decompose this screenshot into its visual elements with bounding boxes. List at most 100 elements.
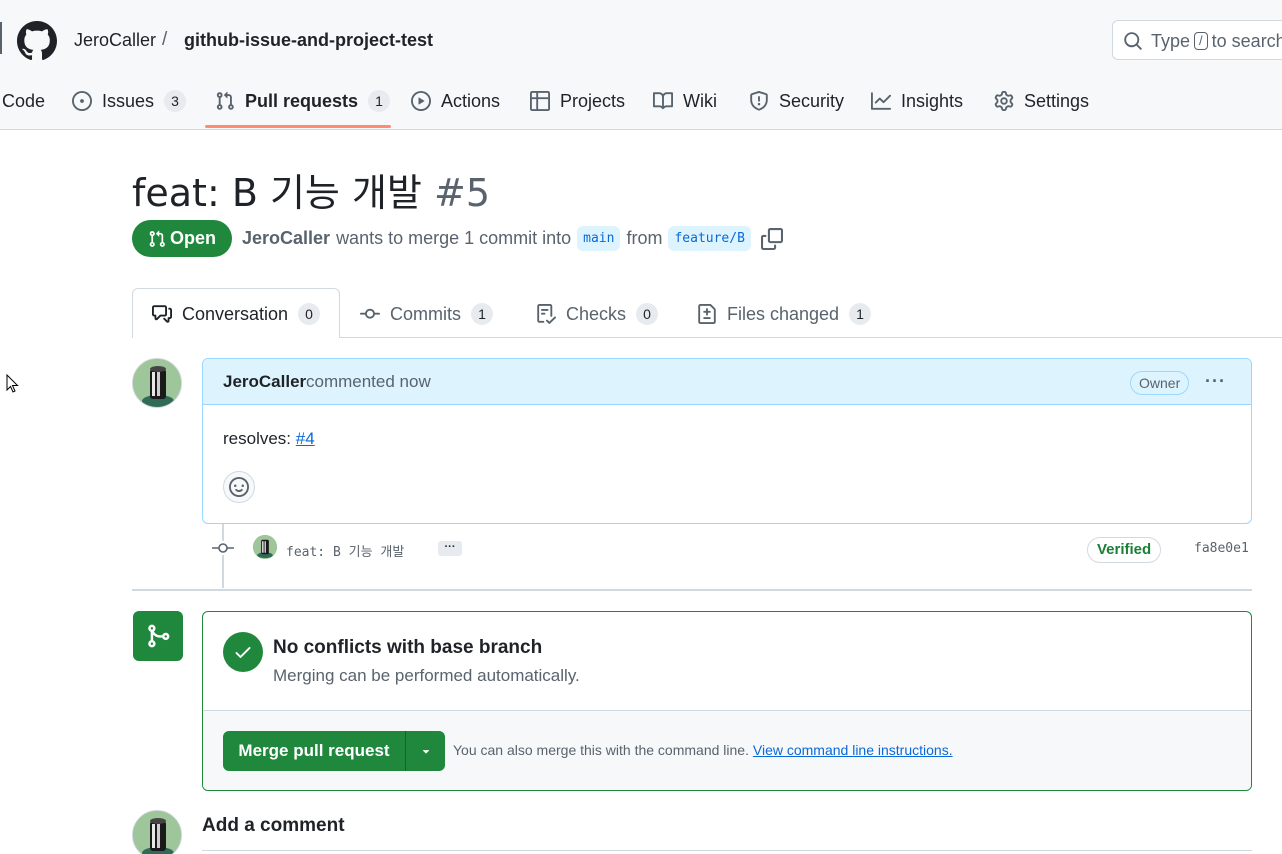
issue-icon: [72, 91, 92, 111]
nav-wiki[interactable]: Wiki: [653, 84, 717, 118]
checklist-icon: [537, 304, 556, 324]
avatar[interactable]: [132, 810, 182, 854]
nav-projects[interactable]: Projects: [530, 84, 625, 118]
timeline-divider: [132, 589, 1252, 591]
comment-card: JeroCaller commented now Owner ··· resol…: [202, 358, 1252, 524]
base-branch[interactable]: main: [577, 226, 621, 251]
commit-icon: [360, 308, 380, 319]
search-placeholder-end: to search: [1211, 31, 1282, 51]
nav-security[interactable]: Security: [749, 84, 844, 118]
commit-icon: [212, 541, 234, 555]
comment-editor-edge[interactable]: [202, 850, 1252, 854]
status-label: Open: [170, 228, 217, 248]
tab-conversation-counter: 0: [298, 303, 321, 325]
nav-actions-label: Actions: [441, 90, 501, 111]
nav-insights[interactable]: Insights: [871, 84, 963, 118]
issue-link[interactable]: #4: [296, 429, 315, 448]
merge-button-label: Merge pull request: [238, 741, 390, 760]
nav-code[interactable]: Code: [2, 84, 45, 118]
tab-files-changed[interactable]: Files changed 1: [697, 300, 872, 328]
nav-security-label: Security: [779, 90, 845, 111]
avatar-image-icon: [133, 359, 181, 407]
verified-badge[interactable]: Verified: [1087, 537, 1162, 563]
commit-author-avatar[interactable]: [253, 535, 277, 559]
kebab-menu-icon[interactable]: ···: [1205, 371, 1226, 392]
pr-meta: JeroCaller wants to merge 1 commit into …: [242, 226, 783, 251]
tab-checks-counter: 0: [636, 303, 659, 325]
nav-settings-label: Settings: [1024, 90, 1090, 111]
tab-files-changed-label: Files changed: [727, 303, 840, 324]
search-placeholder: Type / to search: [1151, 31, 1282, 52]
copy-icon[interactable]: [760, 227, 783, 250]
pr-author-link[interactable]: JeroCaller: [242, 228, 330, 249]
gear-icon: [994, 91, 1014, 111]
search-placeholder-start: Type: [1151, 31, 1191, 51]
avatar[interactable]: [132, 358, 182, 408]
status-badge: Open: [132, 220, 232, 257]
merge-hint-text: You can also merge this with the command…: [453, 742, 749, 758]
merge-box: No conflicts with base branch Merging ca…: [202, 611, 1252, 791]
comment-author-link[interactable]: JeroCaller: [223, 372, 306, 392]
check-icon: [235, 647, 251, 658]
mouse-cursor-icon: [6, 374, 19, 393]
command-line-instructions-link[interactable]: View command line instructions.: [753, 742, 953, 758]
commit-message-link[interactable]: feat: B 기능 개발: [286, 541, 404, 560]
triangle-down-icon: [422, 750, 429, 754]
breadcrumb-separator: /: [162, 29, 168, 50]
timeline-line: [222, 524, 224, 588]
merge-pull-request-button[interactable]: Merge pull request: [223, 731, 405, 771]
nav-pull-requests-label: Pull requests: [245, 90, 359, 111]
github-logo-icon[interactable]: [17, 21, 57, 61]
from-text: from: [626, 228, 663, 248]
head-branch[interactable]: feature/B: [668, 226, 751, 251]
merge-status-title: No conflicts with base branch: [273, 637, 543, 658]
issues-counter: 3: [164, 90, 187, 112]
pr-number: #5: [434, 171, 491, 215]
merge-footer: Merge pull request You can also merge th…: [203, 710, 1251, 790]
add-reaction-button[interactable]: [223, 471, 255, 503]
pull-requests-counter: 1: [368, 90, 391, 112]
merge-status-icon: [133, 611, 183, 661]
search-icon: [1124, 32, 1142, 50]
nav-settings[interactable]: Settings: [994, 84, 1089, 118]
tab-conversation[interactable]: Conversation 0: [152, 300, 321, 328]
comment-discussion-icon: [152, 305, 172, 323]
tab-commits-counter: 1: [471, 303, 493, 325]
nav-code-label: Code: [2, 90, 46, 111]
tab-checks-label: Checks: [566, 303, 627, 324]
book-icon: [653, 92, 673, 110]
merge-text: wants to merge 1 commit into: [336, 228, 572, 248]
comment-body-text: resolves:: [223, 429, 292, 448]
merge-hint: You can also merge this with the command…: [453, 742, 953, 758]
sidebar-edge: [0, 22, 2, 54]
play-icon: [411, 91, 431, 111]
check-circle-icon: [223, 632, 263, 672]
merge-status-subtitle: Merging can be performed automatically.: [273, 666, 580, 685]
commit-sha-link[interactable]: fa8e0e1: [1194, 541, 1249, 556]
pull-request-icon: [149, 230, 165, 247]
avatar-image-icon: [133, 811, 181, 854]
merge-method-dropdown[interactable]: [405, 731, 445, 771]
tab-conversation-label: Conversation: [182, 303, 289, 324]
tab-commits-label: Commits: [390, 303, 461, 324]
breadcrumb-repo[interactable]: github-issue-and-project-test: [184, 30, 433, 51]
search-input[interactable]: Type / to search: [1112, 20, 1282, 60]
nav-pull-requests[interactable]: Pull requests 1: [215, 84, 391, 118]
owner-badge: Owner: [1130, 371, 1190, 395]
tab-commits[interactable]: Commits 1: [360, 300, 493, 328]
nav-insights-label: Insights: [901, 90, 964, 111]
nav-wiki-label: Wiki: [683, 90, 717, 111]
tab-checks[interactable]: Checks 0: [536, 300, 659, 328]
file-diff-icon: [698, 304, 716, 324]
graph-icon: [871, 92, 891, 110]
search-shortcut-key: /: [1194, 32, 1208, 50]
nav-issues[interactable]: Issues 3: [72, 84, 187, 118]
shield-icon: [750, 91, 768, 111]
breadcrumb-owner[interactable]: JeroCaller: [74, 30, 156, 51]
tab-files-changed-counter: 1: [849, 303, 872, 325]
nav-projects-label: Projects: [560, 90, 626, 111]
pr-title: feat: B 기능 개발: [132, 171, 422, 215]
commit-expand-button[interactable]: ···: [438, 541, 462, 556]
nav-actions[interactable]: Actions: [411, 84, 500, 118]
comment-timestamp[interactable]: commented now: [306, 372, 431, 392]
